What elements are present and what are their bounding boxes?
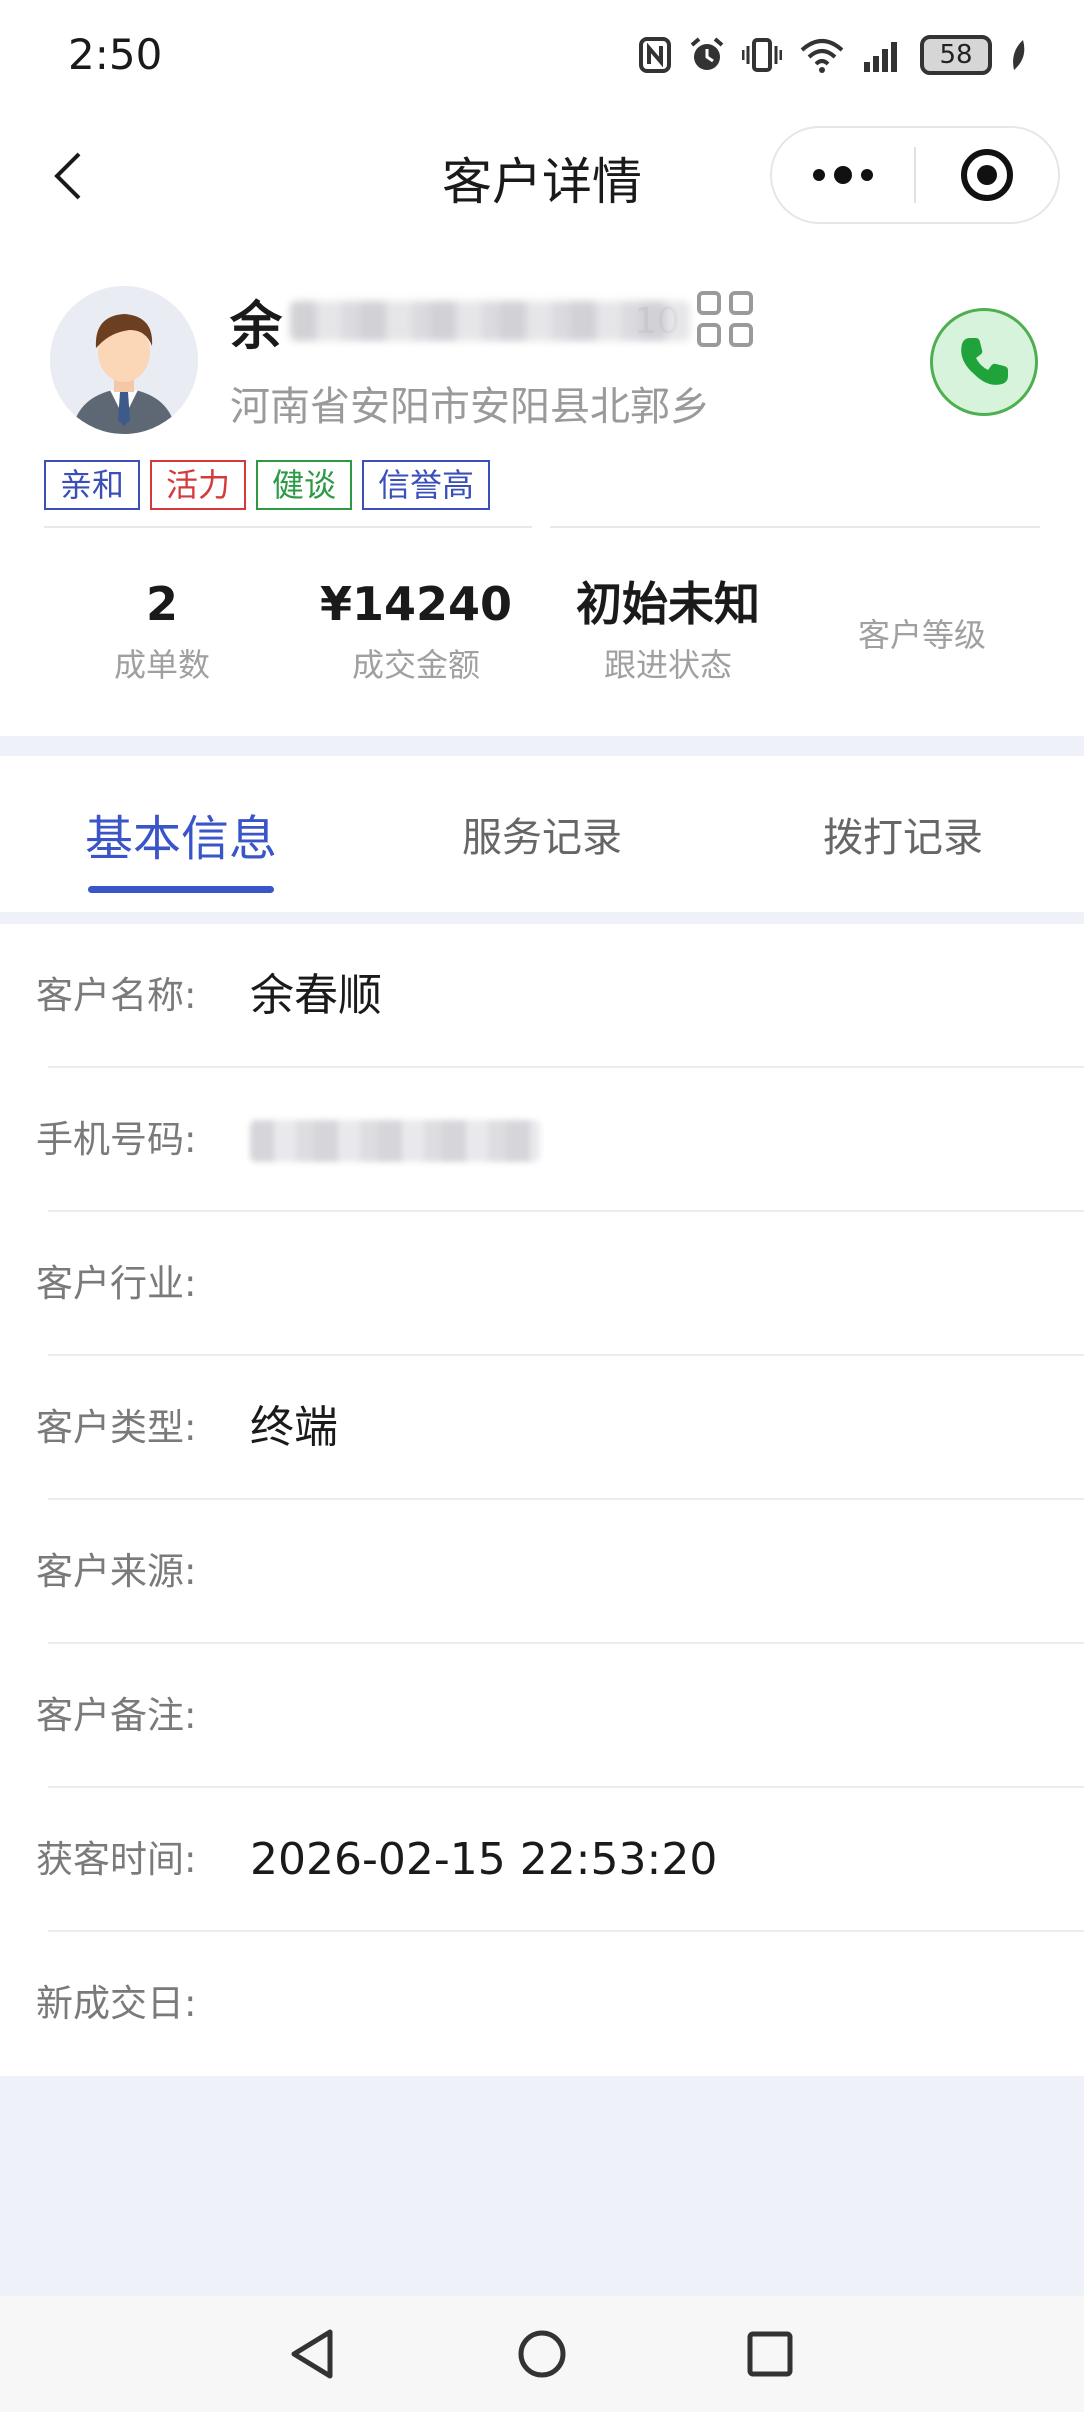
customer-name-row: 余 10 [230,286,691,357]
basic-info-list: 客户名称: 余春顺 手机号码: 客户行业: 客户类型: 终端 客户来源: 客户备… [0,924,1084,2076]
customer-stats: 2 成单数 ¥14240 成交金额 初始未知 跟进状态 客户等级 [0,570,1084,690]
alarm-icon [688,36,726,74]
tag-item: 活力 [150,460,247,510]
info-value: 2026-02-15 22:53:20 [250,1834,718,1885]
customer-detail-page: 2:50 58 客户详情 余 河南省安阳市安阳县北郭乡 亲和 活力 健谈 信誉高… [0,0,1084,2412]
info-label: 新成交日: [36,1982,197,2025]
tag-item: 信誉高 [362,460,491,510]
stat-deal-amount: ¥14240 成交金额 [286,570,546,686]
status-icons: 58 [638,30,1028,80]
info-row-customer-type: 客户类型: 终端 [0,1356,1084,1500]
divider [550,526,1040,528]
triangle-back-icon [291,2329,333,2379]
customer-address: 河南省安阳市安阳县北郭乡 [230,384,710,430]
tag-item: 亲和 [44,460,141,510]
active-tab-indicator [88,886,274,893]
status-bar: 2:50 58 [0,0,1084,110]
redacted-name [290,301,691,341]
battery-indicator: 58 [920,35,992,75]
stat-label: 客户等级 [857,616,986,654]
system-navigation-bar [0,2296,1084,2412]
miniprogram-capsule [770,126,1060,224]
info-row-phone: 手机号码: [0,1068,1084,1212]
info-row-acquired-time: 获客时间: 2026-02-15 22:53:20 [0,1788,1084,1932]
detail-tabs: 基本信息 服务记录 拨打记录 [0,756,1084,912]
info-label: 客户类型: [36,1406,197,1449]
status-time: 2:50 [68,30,163,79]
stat-customer-level: 客户等级 [792,570,1052,700]
phone-icon [961,338,1008,385]
tag-item: 健谈 [256,460,353,510]
stat-label: 成交金额 [351,646,480,684]
info-label: 客户名称: [36,974,197,1017]
info-row-industry: 客户行业: [0,1212,1084,1356]
more-dots-icon [813,166,873,184]
info-label: 客户来源: [36,1550,197,1593]
businessman-avatar-icon [50,286,198,434]
signal-icon [862,36,904,74]
info-row-new-deal-date: 新成交日: [0,1932,1084,2076]
square-recents-icon [747,2331,793,2377]
info-row-customer-name: 客户名称: 余春顺 [0,924,1084,1068]
customer-tags: 亲和 活力 健谈 信誉高 [44,460,491,510]
stat-value: 初始未知 [576,577,760,631]
more-button[interactable] [772,128,914,222]
qr-code-icon [697,291,753,347]
info-label: 客户行业: [36,1262,197,1305]
target-close-icon [960,149,1013,201]
divider [44,526,532,528]
stat-label: 成单数 [113,646,210,684]
info-value: 余春顺 [250,970,382,1021]
leaf-icon [1008,38,1028,72]
info-label: 手机号码: [36,1118,197,1161]
avatar [50,286,198,434]
page-bottom-background [0,2076,1084,2296]
close-miniprogram-button[interactable] [916,128,1058,222]
redacted-phone [250,1120,540,1162]
info-label: 获客时间: [36,1838,197,1881]
section-gap [0,736,1084,756]
customer-name: 余 [230,296,283,357]
qr-code-button[interactable] [696,290,754,352]
info-value: 终端 [250,1402,338,1453]
nav-bar: 客户详情 [0,110,1084,240]
system-recents-button[interactable] [734,2318,806,2390]
info-row-remark: 客户备注: [0,1644,1084,1788]
section-gap [0,912,1084,924]
system-back-button[interactable] [276,2318,348,2390]
wifi-icon [798,36,846,74]
stat-order-count: 2 成单数 [32,570,292,686]
stat-follow-status: 初始未知 跟进状态 [538,570,798,686]
stat-value: 2 [145,577,178,631]
tab-call-records[interactable]: 拨打记录 [722,756,1084,912]
vibrate-icon [742,36,782,74]
info-label: 客户备注: [36,1694,197,1737]
nfc-icon [638,36,672,74]
stat-value: ¥14240 [319,577,513,631]
info-row-source: 客户来源: [0,1500,1084,1644]
call-button[interactable] [930,308,1038,416]
tab-service-records[interactable]: 服务记录 [362,756,722,912]
circle-home-icon [518,2330,566,2378]
stat-label: 跟进状态 [603,646,732,684]
system-home-button[interactable] [506,2318,578,2390]
